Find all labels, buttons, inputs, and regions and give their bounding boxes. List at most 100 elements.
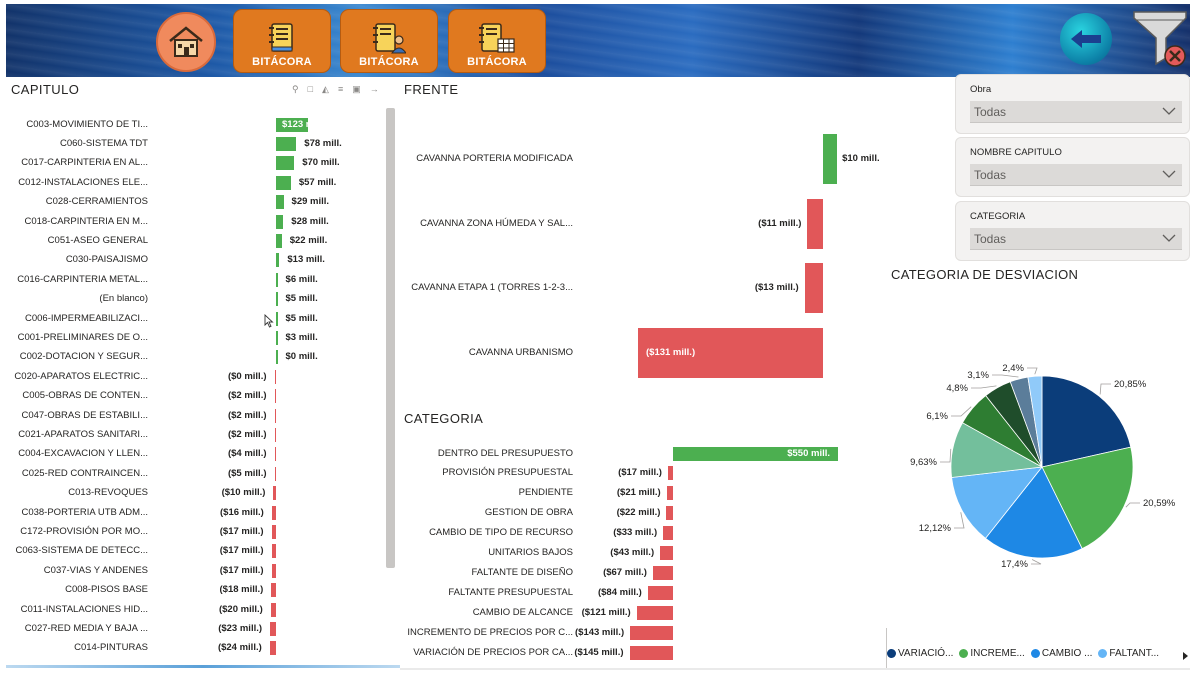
chevron-down-icon <box>1162 234 1176 242</box>
bar <box>276 195 284 210</box>
bar-value-label: ($143 mill.) <box>575 626 625 638</box>
pie-legend: VARIACIÓ... INCREME... CAMBIO ... FALTAN… <box>887 648 1159 659</box>
bar-category-label: CAVANNA ETAPA 1 (TORRES 1-2-3... <box>411 282 573 293</box>
pie-leader-line <box>1027 367 1038 375</box>
bar-category-label: C172-PROVISIÓN POR MO... <box>20 525 148 537</box>
bar-category-label: CAMBIO DE TIPO DE RECURSO <box>429 527 573 539</box>
bar-category-label: CAVANNA PORTERIA MODIFICADA <box>416 153 573 164</box>
back-button[interactable] <box>1060 13 1112 65</box>
bar-category-label: FALTANTE DE DISEÑO <box>471 566 573 578</box>
legend-next-arrow-icon[interactable] <box>1183 652 1188 660</box>
bar <box>271 544 276 559</box>
legend-label: FALTANT... <box>1109 648 1160 659</box>
bar-value-label: $6 mill. <box>285 273 318 285</box>
bar-category-label: C014-PINTURAS <box>74 642 148 654</box>
bar <box>274 389 276 404</box>
pie-leader-line <box>1125 502 1140 508</box>
bar-value-label: ($17 mill.) <box>219 525 264 537</box>
bar-category-label: (En blanco) <box>99 293 148 305</box>
bar <box>274 447 276 462</box>
bar-category-label: C013-REVOQUES <box>68 487 148 499</box>
legend-item[interactable]: INCREME... <box>959 648 1025 659</box>
copy-icon[interactable]: □ <box>308 84 313 95</box>
bar <box>276 253 280 268</box>
bar-value-label: ($2 mill.) <box>227 390 267 402</box>
bar-value-label: ($24 mill.) <box>217 642 262 654</box>
pie-leader-line <box>1031 559 1042 565</box>
bar-category-label: C017-CARPINTERIA EN AL... <box>21 157 148 169</box>
bar-value-label: ($10 mill.) <box>221 487 266 499</box>
bar <box>276 233 282 248</box>
bar <box>666 486 673 501</box>
bar-value-label: $22 mill. <box>289 234 328 246</box>
bar-category-label: INCREMENTO DE PRECIOS POR C... <box>407 626 573 638</box>
more-options-icon[interactable]: → <box>370 84 379 95</box>
bar <box>804 263 823 313</box>
scrollbar[interactable] <box>386 108 395 568</box>
bar <box>652 565 673 580</box>
bar <box>274 408 276 423</box>
bar-value-label: ($17 mill.) <box>219 564 264 576</box>
bell-icon[interactable]: ◭ <box>322 84 329 95</box>
bitacora-button-2[interactable]: BITÁCORA <box>340 9 438 73</box>
bar-value-label: ($33 mill.) <box>613 527 658 539</box>
bar <box>273 486 276 501</box>
bar-category-label: C002-DOTACION Y SEGUR... <box>19 351 148 363</box>
bar-value-label: $550 mill. <box>787 447 830 459</box>
bar-value-label: ($84 mill.) <box>597 586 642 598</box>
clear-filter-icon[interactable] <box>1130 8 1190 72</box>
bar-category-label: C028-CERRAMIENTOS <box>45 196 148 208</box>
bar-value-label: ($21 mill.) <box>616 487 661 499</box>
frente-title: FRENTE <box>404 82 459 97</box>
slicer-value: Todas <box>974 232 1007 246</box>
bar-value-label: $0 mill. <box>285 351 318 363</box>
slicer-categoria[interactable]: CATEGORIA Todas <box>955 201 1190 261</box>
bar <box>276 175 291 190</box>
notebook-table-icon <box>479 23 515 53</box>
bar <box>276 156 295 171</box>
bar <box>270 621 276 636</box>
pie-slice-label: 4,8% <box>946 383 968 394</box>
slicer-dropdown[interactable]: Todas <box>970 228 1182 250</box>
bar-value-label: ($16 mill.) <box>220 506 264 518</box>
bar <box>647 585 673 600</box>
bar-value-label: $28 mill. <box>291 215 329 227</box>
bar-category-label: C008-PISOS BASE <box>65 584 148 596</box>
slicer-nombre-capitulo[interactable]: NOMBRE CAPITULO Todas <box>955 137 1190 197</box>
legend-item[interactable]: CAMBIO ... <box>1030 648 1092 659</box>
bitacora-button-3[interactable]: BITÁCORA <box>448 9 546 73</box>
bar-category-label: C051-ASEO GENERAL <box>47 234 148 246</box>
pie-slice-label: 3,1% <box>967 370 989 381</box>
capitulo-title: CAPITULO <box>11 82 80 97</box>
bar <box>667 466 673 481</box>
legend-item[interactable]: VARIACIÓ... <box>887 648 953 659</box>
visual-toolbar: ⚲ □ ◭ ≡ ▣ → <box>292 84 379 95</box>
bitacora-button-1[interactable]: BITÁCORA <box>233 9 331 73</box>
bar <box>271 563 276 578</box>
bar-value-label: $123 mill. <box>282 118 325 130</box>
focus-mode-icon[interactable]: ▣ <box>352 84 361 95</box>
chevron-down-icon <box>1162 170 1176 178</box>
bar-category-label: C060-SISTEMA TDT <box>60 137 148 149</box>
pin-icon[interactable]: ⚲ <box>292 84 299 95</box>
slicer-label: Obra <box>970 84 992 95</box>
home-icon <box>169 26 203 57</box>
pie-leader-line <box>992 374 1019 378</box>
filter-icon[interactable]: ≡ <box>338 84 343 95</box>
slicer-obra[interactable]: Obra Todas <box>955 74 1190 134</box>
pie-chart-title: CATEGORIA DE DESVIACION <box>891 267 1079 282</box>
legend-dot <box>887 649 896 658</box>
slicer-dropdown[interactable]: Todas <box>970 101 1182 123</box>
home-button[interactable] <box>156 12 216 72</box>
bar-category-label: C016-CARPINTERIA METAL... <box>17 273 148 285</box>
chevron-down-icon <box>1162 107 1176 115</box>
bar-category-label: C037-VIAS Y ANDENES <box>43 564 148 576</box>
slicer-dropdown[interactable]: Todas <box>970 164 1182 186</box>
bar-category-label: C001-PRELIMINARES DE O... <box>17 331 148 343</box>
bar <box>823 134 838 184</box>
pie-slice-label: 2,4% <box>1002 363 1024 374</box>
bar-category-label: PENDIENTE <box>518 487 573 499</box>
bar-value-label: $5 mill. <box>285 312 318 324</box>
notebook-user-icon <box>373 23 406 54</box>
legend-item[interactable]: FALTANT... <box>1098 648 1159 659</box>
